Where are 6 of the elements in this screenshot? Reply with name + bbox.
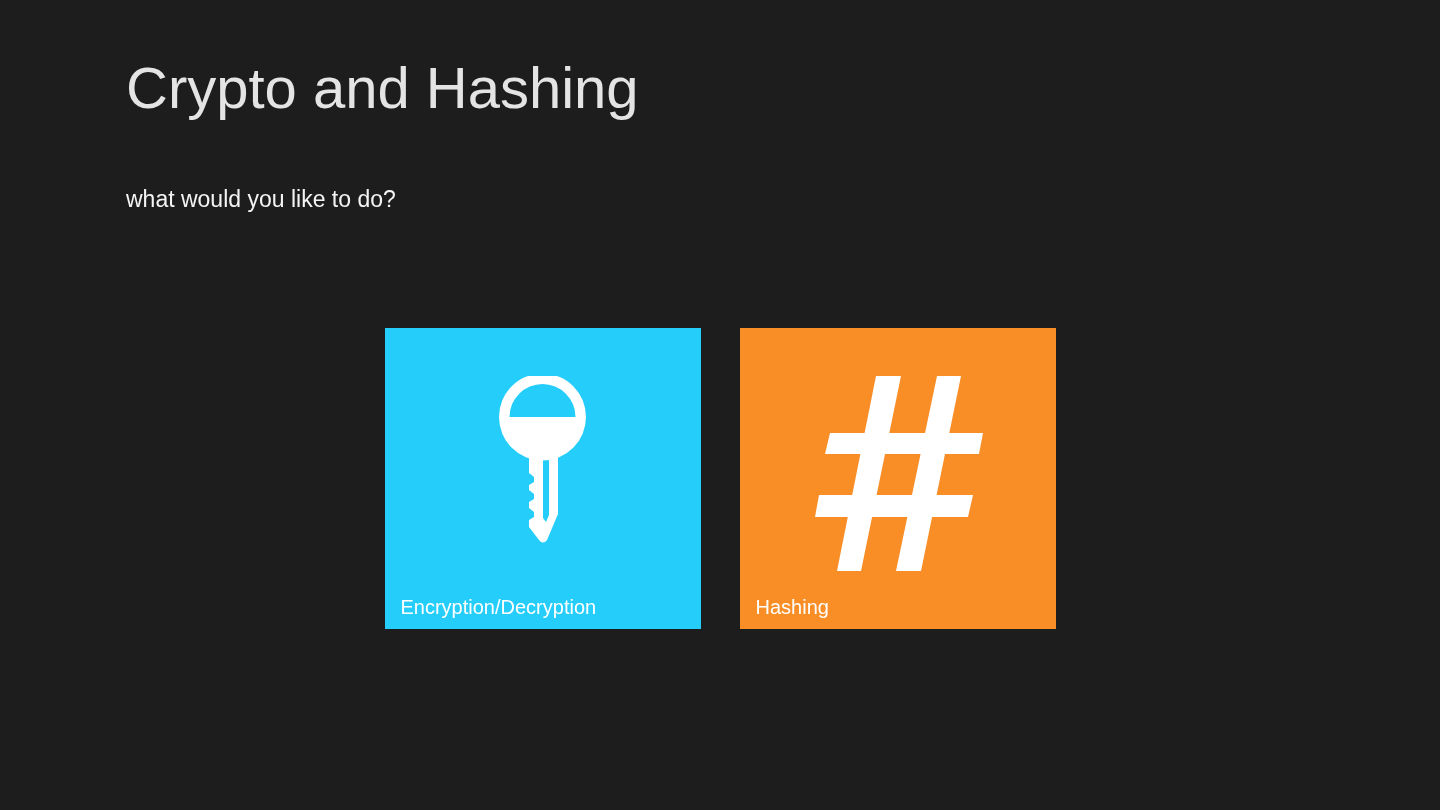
key-icon [498, 376, 587, 544]
hashing-tile[interactable]: Hashing [739, 328, 1056, 629]
page-title: Crypto and Hashing [126, 54, 639, 122]
hash-icon [814, 376, 983, 572]
prompt-text: what would you like to do? [126, 185, 396, 214]
encryption-tile[interactable]: Encryption/Decryption [384, 328, 701, 629]
